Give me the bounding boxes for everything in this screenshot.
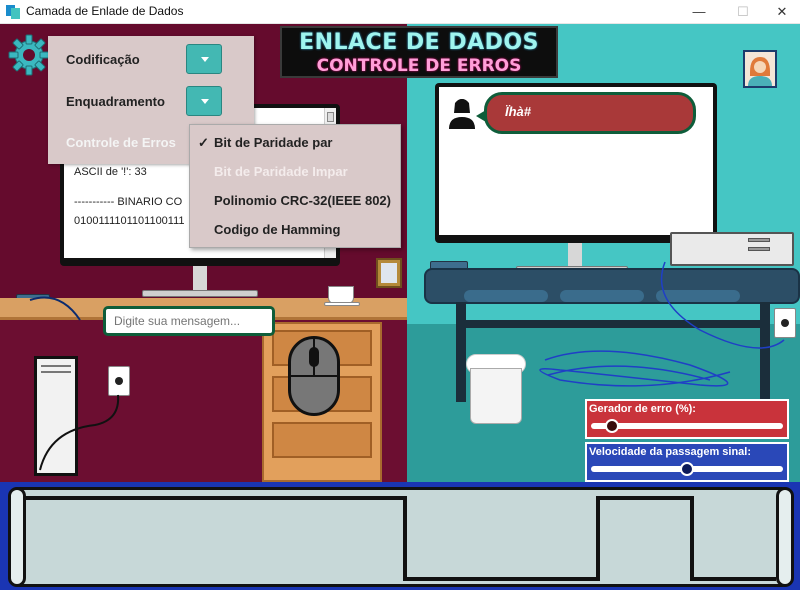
sender-monitor-stand (193, 266, 207, 292)
option-label: Polinomio CRC-32(IEEE 802) (214, 193, 391, 208)
photo-frame (376, 258, 402, 288)
computer-mouse (288, 336, 340, 416)
server-box (670, 232, 794, 266)
desk-slot (656, 290, 740, 302)
check-icon: ✓ (198, 135, 209, 150)
console-ascii-line: ASCII de '!': 33 (74, 166, 147, 178)
power-outlet (774, 308, 796, 338)
title-bar: Camada de Enlade de Dados — ☐ ✕ (0, 0, 800, 24)
console-binario-line: ----------- BINARIO CO (74, 196, 183, 208)
banner-title: ENLACE DE DADOS (299, 30, 539, 55)
window-title: Camada de Enlade de Dados (26, 4, 184, 18)
console-bits-line: 0100111101101100111 (74, 215, 185, 227)
option-label: Bit de Paridade Impar (214, 164, 348, 179)
title-banner: ENLACE DE DADOS CONTROLE DE ERROS (280, 26, 558, 78)
wastebasket (470, 368, 522, 424)
speed-label: Velocidade da passagem sinal: (589, 446, 752, 458)
received-message-bubble: Ïhà# (484, 92, 696, 134)
sender-monitor-base (142, 290, 258, 297)
desk-crossbar (456, 320, 770, 328)
drawer (272, 422, 372, 458)
speed-slider-thumb[interactable] (680, 462, 694, 476)
message-input[interactable] (103, 306, 275, 336)
codificacao-dropdown-button[interactable] (186, 44, 222, 74)
error-slider-track[interactable] (591, 423, 783, 429)
signal-wave (26, 496, 776, 581)
chevron-down-icon (201, 57, 209, 62)
speed-panel: Velocidade da passagem sinal: (585, 442, 789, 482)
menu-enquadramento-label: Enquadramento (66, 94, 165, 109)
maximize-button[interactable]: ☐ (720, 0, 766, 24)
chevron-down-icon (201, 99, 209, 104)
enquadramento-dropdown-button[interactable] (186, 86, 222, 116)
desk-leg (760, 302, 770, 402)
avatar-icon[interactable] (743, 50, 777, 88)
power-outlet (108, 366, 130, 396)
received-message-text: Ïhà# (505, 104, 532, 119)
minimize-button[interactable]: — (676, 0, 722, 24)
option-paridade-impar[interactable]: Bit de Paridade Impar (190, 157, 400, 186)
menu-controle-label[interactable]: Controle de Erros (66, 135, 176, 150)
error-generator-panel: Gerador de erro (%): (585, 399, 789, 439)
controle-erros-options: ✓ Bit de Paridade par Bit de Paridade Im… (189, 124, 401, 248)
app-window: Camada de Enlade de Dados — ☐ ✕ ASCII de… (0, 0, 800, 590)
close-button[interactable]: ✕ (764, 0, 800, 24)
app-icon (6, 5, 20, 19)
person-icon (447, 97, 477, 129)
mug-saucer (324, 302, 360, 306)
error-generator-label: Gerador de erro (%): (589, 403, 696, 415)
error-slider-thumb[interactable] (605, 419, 620, 433)
cable-end-left (8, 487, 26, 587)
option-paridade-par[interactable]: ✓ Bit de Paridade par (190, 128, 400, 157)
option-hamming[interactable]: Codigo de Hamming (190, 215, 400, 244)
pc-tower (34, 356, 78, 476)
cable-end-right (776, 487, 794, 587)
option-crc32[interactable]: Polinomio CRC-32(IEEE 802) (190, 186, 400, 215)
desk-slot (464, 290, 548, 302)
option-label: Codigo de Hamming (214, 222, 341, 237)
desk-leg (456, 302, 466, 402)
menu-codificacao-label: Codificação (66, 52, 140, 67)
gear-icon[interactable] (8, 34, 50, 76)
desk-slot (560, 290, 644, 302)
banner-subtitle: CONTROLE DE ERROS (316, 56, 522, 76)
option-label: Bit de Paridade par (214, 135, 333, 150)
